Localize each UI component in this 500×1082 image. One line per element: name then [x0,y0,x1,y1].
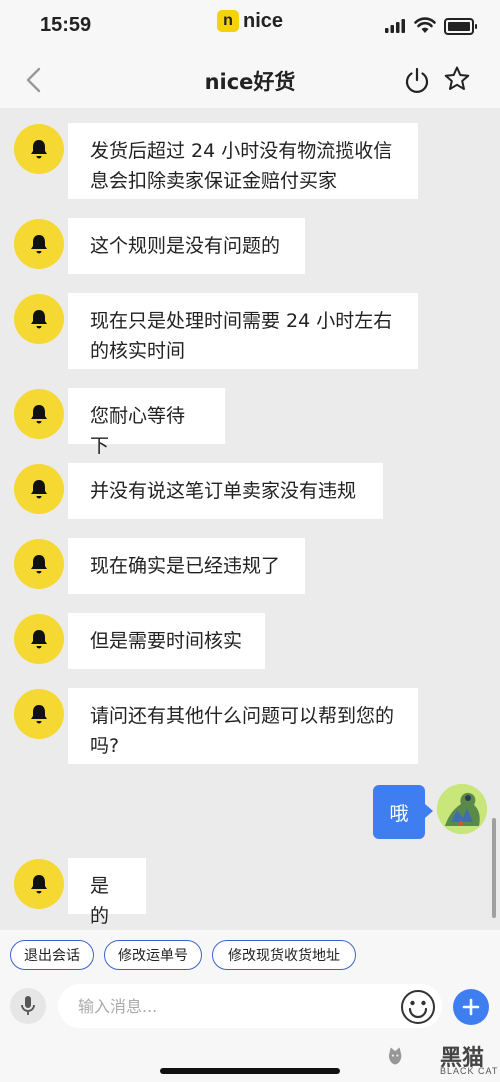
brand: n nice [217,8,283,34]
chat-header: nice好货 [0,52,500,108]
seller-avatar[interactable] [14,124,64,174]
brand-logo: n [217,10,239,32]
seller-avatar[interactable] [14,859,64,909]
bell-icon [31,480,47,499]
home-indicator [160,1068,340,1074]
microphone-icon [21,996,35,1015]
seller-avatar[interactable] [14,539,64,589]
seller-avatar[interactable] [14,464,64,514]
status-bar: 15:59 n nice [0,0,500,52]
bell-icon [31,310,47,329]
seller-avatar[interactable] [14,689,64,739]
add-attachment-button[interactable] [453,989,489,1025]
black-cat-logo [388,1047,402,1065]
message-bubble-outgoing: 哦 [373,785,425,839]
bell-icon [31,235,47,254]
scrollbar[interactable] [492,818,496,918]
bell-icon [31,555,47,574]
power-icon[interactable] [404,66,430,94]
voice-button[interactable] [10,988,46,1024]
emoji-icon[interactable] [400,989,436,1025]
seller-avatar[interactable] [14,219,64,269]
plus-icon [462,998,480,1016]
message-bubble: 现在只是处理时间需要 24 小时左右的核实时间 [68,293,418,369]
wifi-icon [414,17,436,33]
bell-icon [31,630,47,649]
bell-icon [31,405,47,424]
user-avatar-image [437,784,487,834]
message-bubble: 是的 [68,858,146,927]
bell-icon [31,140,47,159]
bell-icon [31,705,47,724]
battery-icon [444,18,477,35]
seller-avatar[interactable] [14,294,64,344]
message-bubble: 这个规则是没有问题的 [68,218,305,274]
exit-session-button[interactable]: 退出会话 [10,940,94,970]
message-bubble: 发货后超过 24 小时没有物流揽收信息会扣除卖家保证金赔付买家 [68,123,418,199]
status-time: 15:59 [40,14,92,36]
message-bubble: 并没有说这笔订单卖家没有违规 [68,463,383,519]
quick-actions-bar: 退出会话 修改运单号 修改现货收货地址 [0,930,500,980]
watermark-subtext: BLACK CAT [440,1066,499,1076]
user-avatar[interactable] [437,784,487,834]
seller-avatar[interactable] [14,389,64,439]
bubble-tail [425,804,433,818]
message-bubble: 您耐心等待下 [68,388,225,457]
bell-icon [31,875,47,894]
seller-avatar[interactable] [14,614,64,664]
signal-icon [385,19,405,33]
message-bubble: 现在确实是已经违规了 [68,538,305,594]
message-bubble: 请问还有其他什么问题可以帮到您的吗? [68,688,418,764]
edit-address-button[interactable]: 修改现货收货地址 [212,940,356,970]
favorite-star-icon[interactable] [443,65,471,93]
edit-tracking-number-button[interactable]: 修改运单号 [104,940,202,970]
brand-name: nice [243,9,284,32]
message-input[interactable] [58,984,442,1028]
message-bubble: 但是需要时间核实 [68,613,265,669]
